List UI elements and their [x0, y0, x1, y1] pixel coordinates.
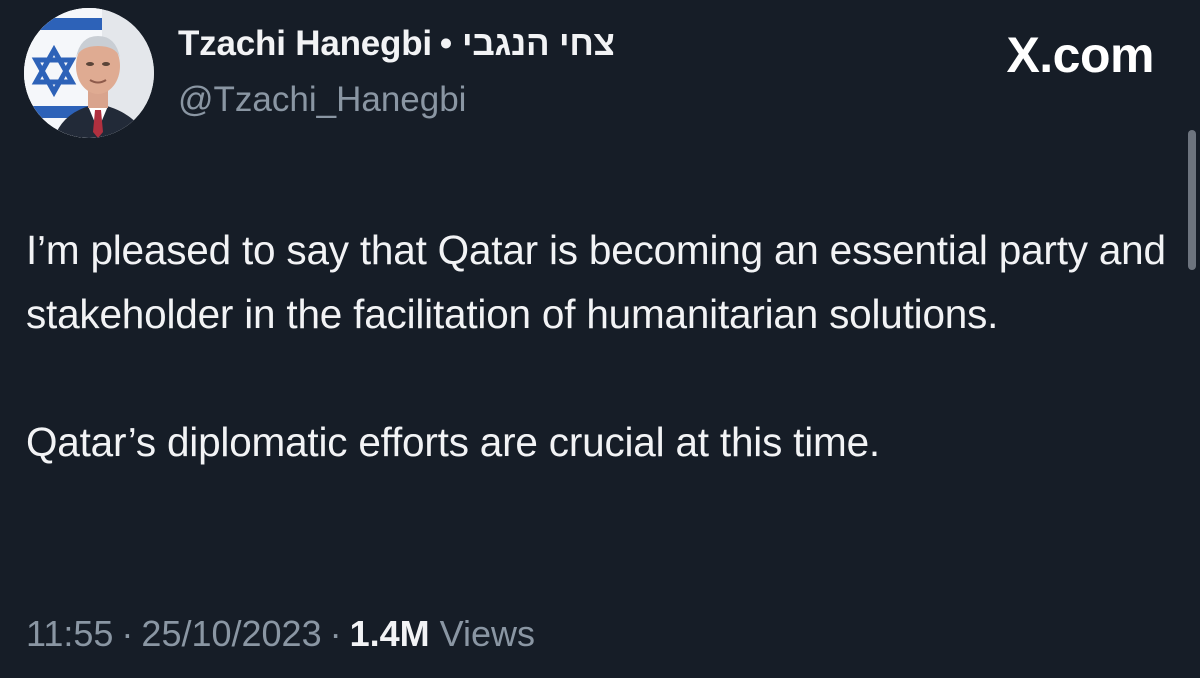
- avatar[interactable]: [24, 8, 154, 138]
- tweet-meta: 11:55 · 25/10/2023 · 1.4M Views: [26, 613, 535, 655]
- profile-photo-icon: [24, 8, 154, 138]
- views-count[interactable]: 1.4M: [350, 613, 430, 654]
- meta-dot: ·: [121, 613, 134, 654]
- views-label: Views: [439, 613, 536, 654]
- tweet-card: Tzachi Hanegbi • צחי הנגבי @Tzachi_Hanegbi…: [0, 0, 1200, 678]
- author-name-line[interactable]: Tzachi Hanegbi • צחי הנגבי: [178, 24, 615, 64]
- scrollbar-thumb[interactable]: [1188, 130, 1196, 270]
- author-hebrew-name: צחי הנגבי: [461, 24, 615, 63]
- author-display-name[interactable]: Tzachi Hanegbi: [178, 24, 432, 63]
- author-handle[interactable]: @Tzachi_Hanegbi: [178, 80, 466, 120]
- x-com-logo: X.com: [1006, 27, 1154, 83]
- tweet-body: I’m pleased to say that Qatar is becomin…: [26, 218, 1176, 474]
- name-separator: •: [439, 24, 452, 63]
- meta-dot: ·: [329, 613, 342, 654]
- tweet-date[interactable]: 25/10/2023: [141, 613, 321, 654]
- tweet-time[interactable]: 11:55: [26, 613, 113, 654]
- tweet-paragraph-1: I’m pleased to say that Qatar is becomin…: [26, 227, 1166, 337]
- tweet-paragraph-2: Qatar’s diplomatic efforts are crucial a…: [26, 419, 880, 465]
